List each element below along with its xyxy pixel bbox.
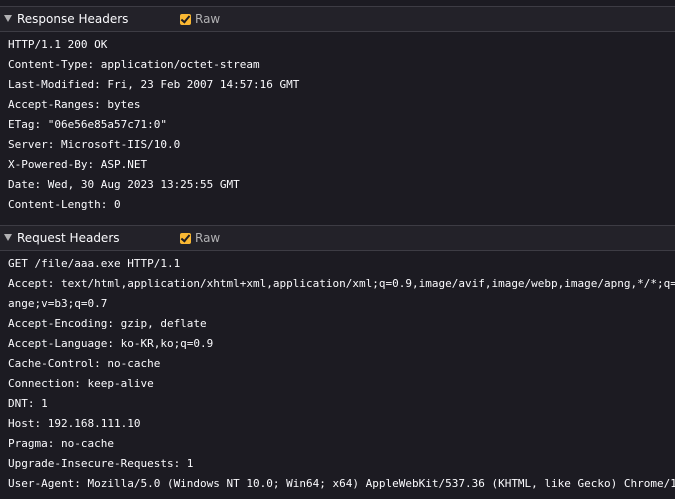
response-header-line: Last-Modified: Fri, 23 Feb 2007 14:57:16… — [8, 78, 300, 91]
response-header-line: HTTP/1.1 200 OK — [8, 38, 108, 51]
request-raw-label: Raw — [195, 231, 221, 245]
response-raw-label: Raw — [195, 12, 221, 26]
request-header-line: GET /file/aaa.exe HTTP/1.1 — [8, 257, 181, 270]
response-header-line: X-Powered-By: ASP.NET — [8, 158, 148, 171]
response-headers-title: Response Headers — [17, 12, 129, 26]
request-headers-title: Request Headers — [17, 231, 120, 245]
response-headers-section-header[interactable]: Response Headers Raw — [0, 7, 675, 32]
request-header-line: Upgrade-Insecure-Requests: 1 — [8, 457, 194, 470]
request-raw-checkbox[interactable] — [180, 232, 191, 244]
response-headers-raw-toggle[interactable]: Raw — [180, 11, 220, 27]
response-header-line: ETag: "06e56e85a57c71:0" — [8, 118, 167, 131]
request-header-line: Cache-Control: no-cache — [8, 357, 161, 370]
response-header-line: Server: Microsoft-IIS/10.0 — [8, 138, 181, 151]
request-header-line: Connection: keep-alive — [8, 377, 154, 390]
response-header-line: Content-Type: application/octet-stream — [8, 58, 260, 71]
response-header-line: Date: Wed, 30 Aug 2023 13:25:55 GMT — [8, 178, 240, 191]
request-header-line: Pragma: no-cache — [8, 437, 114, 450]
request-header-line: Accept: text/html,application/xhtml+xml,… — [8, 277, 675, 290]
request-header-line: User-Agent: Mozilla/5.0 (Windows NT 10.0… — [8, 477, 675, 490]
request-header-line: DNT: 1 — [8, 397, 48, 410]
request-headers-section-header[interactable]: Request Headers Raw — [0, 226, 675, 251]
panel-top-strip — [0, 0, 675, 7]
request-header-line: Host: 192.168.111.10 — [8, 417, 141, 430]
request-header-line: Accept-Language: ko-KR,ko;q=0.9 — [8, 337, 214, 350]
request-headers-raw-toggle[interactable]: Raw — [180, 230, 220, 246]
caret-down-icon[interactable] — [4, 234, 12, 241]
request-header-line: ange;v=b3;q=0.7 — [8, 297, 108, 310]
response-header-line: Content-Length: 0 — [8, 198, 121, 211]
response-header-line: Accept-Ranges: bytes — [8, 98, 141, 111]
response-raw-checkbox[interactable] — [180, 13, 191, 25]
request-header-line: Accept-Encoding: gzip, deflate — [8, 317, 207, 330]
caret-down-icon[interactable] — [4, 15, 12, 22]
